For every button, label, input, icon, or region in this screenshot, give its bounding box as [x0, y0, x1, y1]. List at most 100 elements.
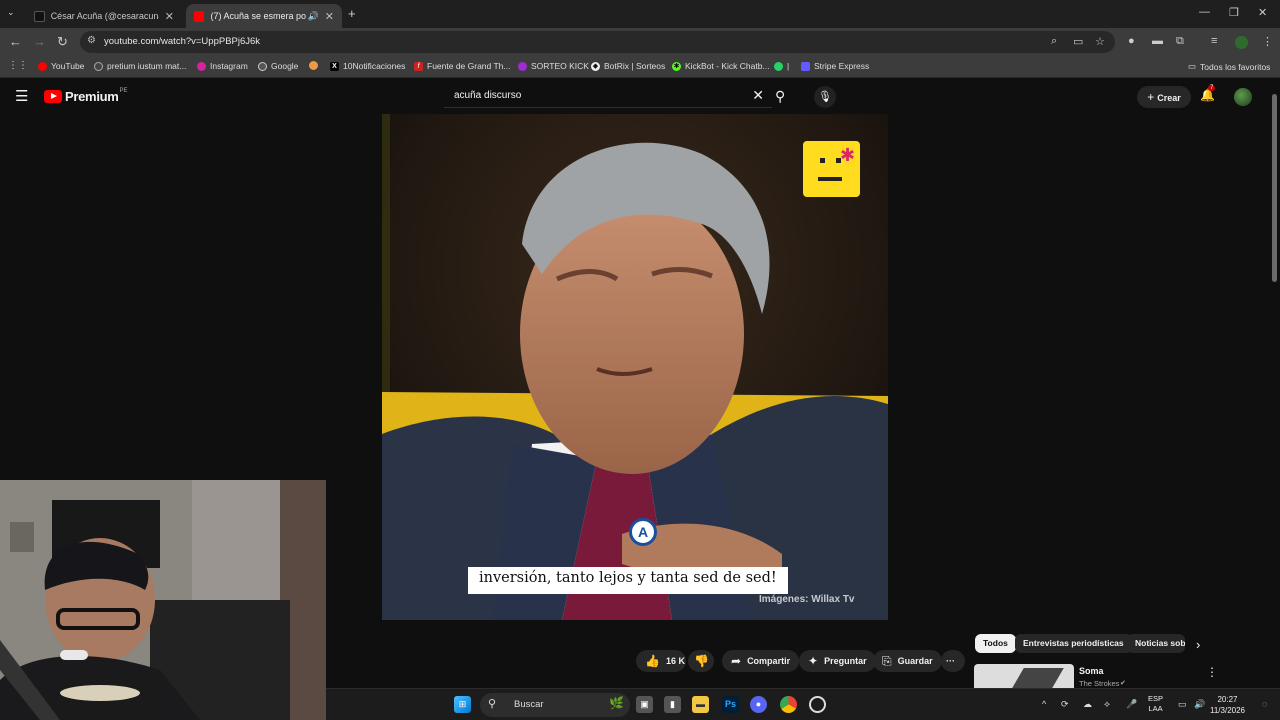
browser-tab-strip: ⌄ César Acuña (@cesaracunap) | T ✕ (7) A… [0, 0, 1280, 28]
language-indicator[interactable]: ESP LAA [1148, 694, 1163, 714]
bookmark-label: Google [271, 61, 299, 71]
hamburger-menu-icon[interactable]: ☰ [15, 87, 28, 105]
create-button[interactable]: + Crear [1137, 86, 1191, 108]
bookmark-whatsapp[interactable]: | [774, 61, 789, 71]
forward-icon[interactable]: → [33, 34, 46, 49]
page-scrollbar[interactable] [1272, 94, 1277, 282]
app-icon[interactable] [809, 696, 826, 713]
more-actions-button[interactable]: ··· [941, 650, 965, 672]
save-button[interactable]: ⎘ Guardar [873, 650, 942, 672]
tray-icon[interactable]: ⟡ [1104, 699, 1110, 710]
close-window-icon[interactable]: ✕ [1258, 6, 1267, 19]
related-channel[interactable]: The Strokes [1079, 679, 1119, 688]
star-icon[interactable]: ☆ [1095, 35, 1105, 48]
video-player[interactable]: ✱ A inversión, tanto lejos y tanta sed d… [382, 114, 888, 620]
bookmarks-bar: ⋮⋮ YouTube pretium iustum mat... Instagr… [0, 56, 1280, 78]
photoshop-icon[interactable]: Ps [722, 696, 739, 713]
zoom-icon[interactable]: ⌕ [1051, 35, 1057, 48]
address-bar[interactable]: ⚙ youtube.com/watch?v=UppPBPj6J6k [80, 31, 1115, 53]
dislike-button[interactable]: 👎 [688, 650, 714, 672]
chip-entrevistas[interactable]: Entrevistas periodísticas [1015, 634, 1132, 653]
tab-search-icon[interactable]: ⌄ [7, 7, 15, 18]
like-button[interactable]: 👍 16 K [636, 650, 686, 672]
puzzle-icon[interactable]: ⧉ [1176, 35, 1184, 48]
bookmark-instagram[interactable]: Instagram [197, 61, 248, 71]
media-icon[interactable]: ≡ [1211, 35, 1217, 47]
chip-noticias[interactable]: Noticias sob [1127, 634, 1185, 653]
apps-icon[interactable]: ⋮⋮ [8, 60, 28, 71]
discord-icon[interactable]: ● [750, 696, 767, 713]
notification-center-icon[interactable]: ◌ [1262, 699, 1267, 709]
profile-icon[interactable] [1235, 36, 1248, 49]
bookmark-youtube[interactable]: YouTube [38, 61, 84, 71]
chevron-up-icon[interactable]: ^ [1042, 699, 1046, 709]
volume-icon[interactable]: 🔊 [1194, 699, 1205, 710]
party-emblem: A [629, 518, 657, 546]
bookmark-fuente[interactable]: f Fuente de Grand Th... [414, 61, 510, 71]
extension-icon[interactable]: ● [1128, 35, 1135, 47]
close-icon[interactable]: ✕ [325, 10, 334, 23]
bookmark-botrix[interactable]: ◆ BotRix | Sorteos [591, 61, 665, 71]
close-icon[interactable]: ✕ [165, 10, 174, 23]
extension-icon[interactable]: ▬ [1152, 35, 1163, 47]
menu-icon[interactable]: ⋮ [1262, 35, 1273, 48]
bookmark-google[interactable]: Google [258, 61, 298, 71]
taskbar-search[interactable]: ⚲ Buscar 🌿 [480, 693, 630, 717]
microphone-icon[interactable]: 🎙 [814, 86, 836, 108]
avatar[interactable] [1234, 88, 1252, 106]
bookmark-label: Fuente de Grand Th... [427, 61, 511, 71]
clear-search-icon[interactable]: ✕ [752, 87, 764, 104]
cast-icon[interactable]: ▭ [1073, 35, 1083, 48]
minimize-icon[interactable]: — [1199, 6, 1210, 18]
youtube-icon [194, 10, 205, 22]
file-explorer-icon[interactable]: ▬ [692, 696, 709, 713]
all-bookmarks[interactable]: ▭ Todos los favoritos [1188, 61, 1270, 72]
more-icon[interactable]: ⋮ [1206, 665, 1218, 679]
sticker-eye [820, 158, 825, 163]
site-info-icon[interactable]: ⚙ [87, 35, 96, 46]
like-count: 16 K [665, 656, 685, 666]
windows-start-icon[interactable]: ⊞ [454, 696, 471, 713]
url-text[interactable]: youtube.com/watch?v=UppPBPj6J6k [104, 36, 260, 47]
bookmark-photos[interactable] [309, 61, 322, 70]
plus-icon: + [1147, 90, 1155, 104]
network-icon[interactable]: ▭ [1178, 699, 1187, 710]
bookmark-icon: ⎘ [882, 653, 892, 668]
chip-todos[interactable]: Todos [975, 634, 1016, 653]
ask-button[interactable]: ✦ Preguntar [799, 650, 876, 672]
task-view-icon[interactable]: ▣ [636, 696, 653, 713]
new-tab-button[interactable]: + [348, 6, 356, 21]
taskbar-clock[interactable]: 20:27 11/3/2026 [1210, 694, 1245, 716]
microphone-icon[interactable]: 🎤 [1126, 699, 1137, 710]
notification-count: 7 [1208, 85, 1216, 91]
speaker-icon[interactable]: 🔊 [308, 11, 319, 22]
bookmark-pretium[interactable]: pretium iustum mat... [94, 61, 186, 71]
video-watermark: Imágenes: Willax Tv [759, 594, 855, 605]
search-input[interactable]: acuña discurso [454, 90, 521, 101]
chevron-right-icon[interactable]: › [1196, 637, 1200, 652]
tray-icon[interactable]: ☁ [1083, 699, 1092, 710]
create-label: Crear [1157, 93, 1181, 103]
search-box[interactable]: acuña discurso ✕ [444, 85, 772, 108]
bookmark-x[interactable]: X 10Notificaciones [330, 61, 405, 71]
tab-youtube[interactable]: (7) Acuña se esmera por se 🔊 ✕ [186, 4, 342, 28]
smiley-sticker: ✱ [803, 141, 860, 197]
chrome-icon[interactable] [780, 696, 797, 713]
bookmark-kickbot[interactable]: ✱ KickBot - Kick Chatb... [672, 61, 770, 71]
tray-icon[interactable]: ⟳ [1061, 699, 1069, 710]
notifications-bell-icon[interactable]: 🔔 7 [1200, 85, 1216, 102]
bookmark-sorteo[interactable]: SORTEO KICK [518, 61, 589, 71]
restore-icon[interactable]: ❐ [1229, 6, 1239, 19]
share-button[interactable]: ➦ Compartir [722, 650, 800, 672]
youtube-logo[interactable]: Premium PE [44, 88, 128, 104]
search-button[interactable]: ⚲ [775, 88, 785, 105]
related-title[interactable]: Soma [1079, 666, 1104, 676]
app-icon[interactable]: ▮ [664, 696, 681, 713]
related-thumbnail[interactable] [974, 664, 1074, 688]
webcam-overlay [0, 480, 326, 720]
back-icon[interactable]: ← [9, 34, 22, 49]
tab-tiktok[interactable]: César Acuña (@cesaracunap) | T ✕ [26, 4, 182, 28]
bookmark-stripe[interactable]: Stripe Express [801, 61, 869, 71]
reload-icon[interactable]: ↻ [57, 34, 68, 50]
bookmark-label: pretium iustum mat... [107, 61, 187, 71]
